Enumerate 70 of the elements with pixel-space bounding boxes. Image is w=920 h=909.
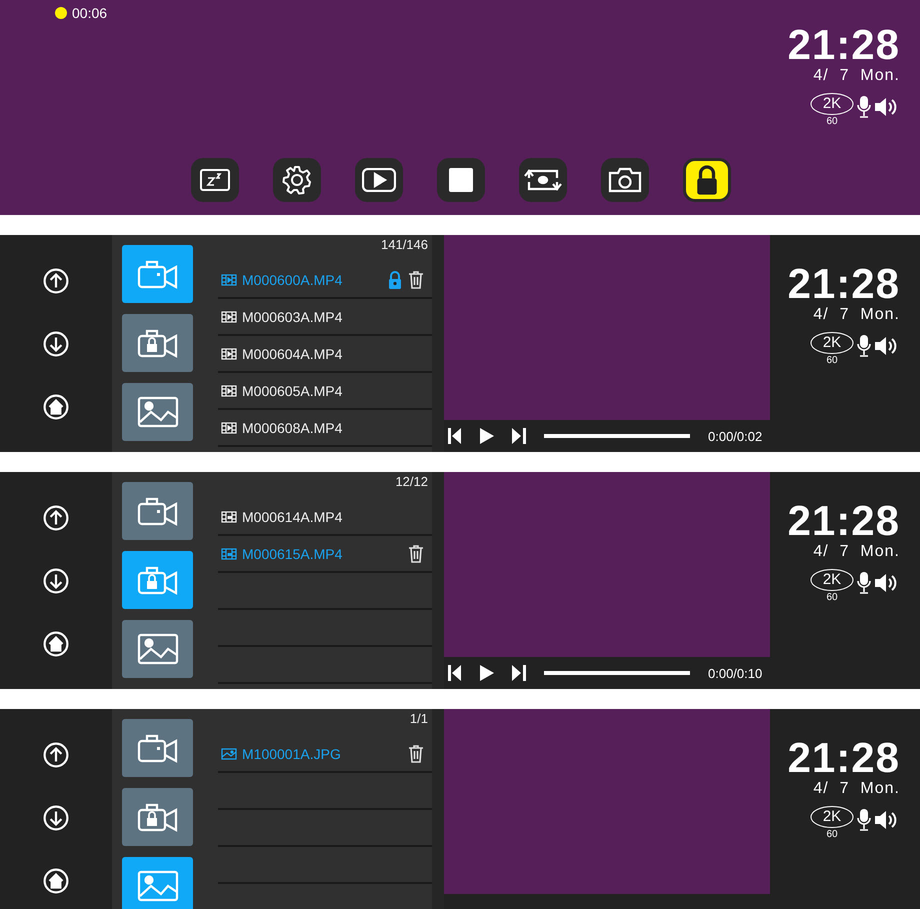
- film-file-icon: [221, 274, 237, 286]
- playback-button[interactable]: [355, 158, 403, 202]
- clock-date: 4/ 7 Mon.: [813, 779, 900, 799]
- lock-icon: [387, 270, 403, 288]
- image-icon: [136, 870, 178, 902]
- camera-icon: [608, 167, 642, 193]
- play-icon: [362, 168, 396, 192]
- next-icon[interactable]: [512, 665, 526, 681]
- clock-time: 21:28: [788, 737, 900, 779]
- previous-icon[interactable]: [448, 665, 462, 681]
- locked-videos-tab[interactable]: [122, 788, 193, 846]
- clock-date: 4/ 7 Mon.: [813, 542, 900, 562]
- film-file-icon: [221, 310, 237, 322]
- film-file-icon: [221, 422, 237, 434]
- clock-time: 21:28: [788, 500, 900, 542]
- trash-icon[interactable]: [408, 744, 424, 762]
- locked-video-camera-icon: [136, 328, 178, 358]
- locked-videos-tab[interactable]: [122, 551, 193, 609]
- photos-tab[interactable]: [122, 383, 193, 441]
- file-counter: 141/146: [381, 237, 428, 252]
- photos-tab[interactable]: [122, 857, 193, 909]
- stop-button[interactable]: [437, 158, 485, 202]
- file-row[interactable]: M000600A.MP4: [218, 262, 432, 299]
- film-file-icon: [221, 348, 237, 360]
- videos-tab[interactable]: [122, 245, 193, 303]
- clock-time: 21:28: [788, 263, 900, 305]
- previous-icon[interactable]: [448, 428, 462, 444]
- video-camera-icon: [136, 496, 178, 526]
- clock-date: 4/ 7 Mon.: [813, 305, 900, 325]
- photos-tab[interactable]: [122, 620, 193, 678]
- film-file-icon: [221, 510, 237, 522]
- playback-time: 0:00/0:10: [708, 666, 762, 680]
- microphone-icon: [857, 96, 871, 118]
- clock-time: 21:28: [788, 24, 900, 66]
- play-icon[interactable]: [480, 665, 494, 681]
- film-file-icon: [221, 548, 237, 560]
- camera-button[interactable]: [601, 158, 649, 202]
- settings-button[interactable]: [273, 158, 321, 202]
- home-icon[interactable]: [43, 394, 69, 420]
- locked-video-camera-icon: [136, 802, 178, 832]
- trash-icon[interactable]: [408, 544, 424, 562]
- stop-icon: [448, 167, 474, 193]
- settings-icon: [282, 165, 312, 195]
- playback-time: 0:00/0:02: [708, 428, 762, 444]
- videos-tab[interactable]: [122, 719, 193, 777]
- sleep-icon: [200, 169, 230, 191]
- film-file-icon: [221, 384, 237, 396]
- microphone-icon: [857, 335, 871, 357]
- videos-tab[interactable]: [122, 482, 193, 540]
- image-icon: [136, 633, 178, 665]
- microphone-icon: [857, 809, 871, 831]
- recording-time: 00:06: [72, 5, 108, 21]
- image-icon: [136, 396, 178, 428]
- home-icon[interactable]: [43, 630, 69, 656]
- image-file-icon: [221, 748, 237, 760]
- video-camera-icon: [136, 733, 178, 763]
- microphone-icon: [857, 572, 871, 594]
- home-icon[interactable]: [43, 868, 69, 894]
- locked-video-camera-icon: [136, 565, 178, 595]
- clock-date: 4/ 7 Mon.: [813, 66, 900, 86]
- switch-button[interactable]: [519, 158, 567, 202]
- next-icon[interactable]: [512, 428, 526, 444]
- sleep-button[interactable]: [191, 158, 239, 202]
- lock-button[interactable]: [683, 158, 731, 202]
- file-counter: 1/1: [410, 711, 428, 726]
- play-icon[interactable]: [480, 428, 494, 444]
- file-counter: 12/12: [395, 474, 428, 489]
- video-camera-icon: [136, 259, 178, 289]
- trash-icon[interactable]: [408, 270, 424, 288]
- locked-videos-tab[interactable]: [122, 314, 193, 372]
